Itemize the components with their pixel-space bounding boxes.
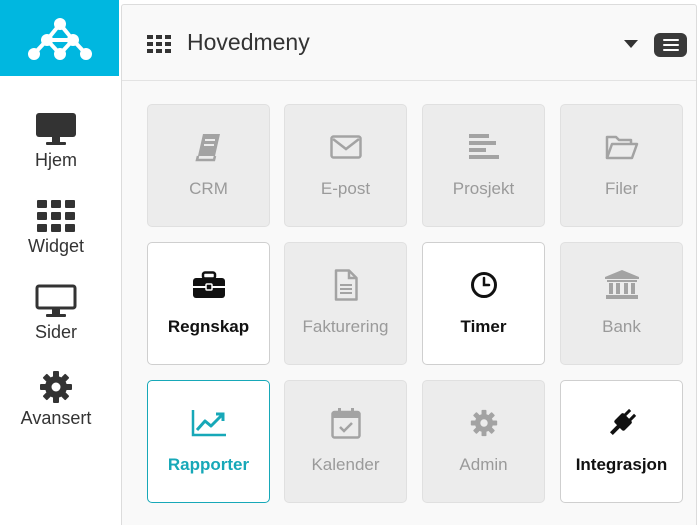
tile-label: Kalender xyxy=(311,455,380,474)
envelope-icon xyxy=(329,129,362,165)
document-icon xyxy=(334,267,358,303)
chevron-down-icon[interactable] xyxy=(624,40,638,48)
monitor-icon xyxy=(35,110,77,146)
tile-fakturering[interactable]: Fakturering xyxy=(284,242,407,365)
bank-icon xyxy=(604,267,639,303)
monitor-outline-icon xyxy=(35,282,77,318)
gear-icon xyxy=(39,368,73,404)
sidebar: Hjem Widget Sider Avansert xyxy=(0,76,119,525)
book-icon xyxy=(194,129,224,165)
sidebar-item-widget[interactable]: Widget xyxy=(0,196,112,257)
tile-bank[interactable]: Bank xyxy=(560,242,683,365)
tile-integrasjon[interactable]: Integrasjon xyxy=(560,380,683,503)
app-logo[interactable] xyxy=(0,0,119,76)
tile-rapporter[interactable]: Rapporter xyxy=(147,380,270,503)
tile-label: E-post xyxy=(320,179,371,198)
gear-icon xyxy=(470,405,498,441)
tile-label: Bank xyxy=(602,317,641,336)
grid-icon xyxy=(37,196,75,232)
clock-icon xyxy=(470,267,498,303)
sidebar-item-label: Hjem xyxy=(34,150,77,170)
panel-header: Hovedmeny xyxy=(122,5,696,81)
grid-icon xyxy=(147,35,173,58)
sidebar-item-hjem[interactable]: Hjem xyxy=(0,110,112,171)
briefcase-icon xyxy=(192,267,225,303)
network-logo-icon xyxy=(27,18,92,60)
sidebar-item-sider[interactable]: Sider xyxy=(0,282,112,343)
align-left-icon xyxy=(468,129,499,165)
tile-prosjekt[interactable]: Prosjekt xyxy=(422,104,545,227)
sidebar-item-label: Widget xyxy=(27,236,85,256)
tile-crm[interactable]: CRM xyxy=(147,104,270,227)
sidebar-item-label: Sider xyxy=(34,322,78,342)
tile-label: CRM xyxy=(189,179,228,198)
tile-label: Timer xyxy=(460,317,507,336)
tile-regnskap[interactable]: Regnskap xyxy=(147,242,270,365)
calendar-check-icon xyxy=(330,405,361,441)
tile-filer[interactable]: Filer xyxy=(560,104,683,227)
tile-label: Fakturering xyxy=(302,317,389,336)
folder-open-icon xyxy=(605,129,639,165)
plug-icon xyxy=(605,405,639,441)
main-menu-panel: Hovedmeny CRM E-post Prosjekt Filer Regn… xyxy=(121,4,697,525)
tile-label: Admin xyxy=(459,455,508,474)
tile-label: Regnskap xyxy=(167,317,250,336)
tile-timer[interactable]: Timer xyxy=(422,242,545,365)
page-title: Hovedmeny xyxy=(187,29,310,55)
tile-label: Integrasjon xyxy=(575,455,668,474)
menu-toggle-button[interactable] xyxy=(654,33,687,57)
tile-label: Rapporter xyxy=(167,455,250,474)
tile-kalender[interactable]: Kalender xyxy=(284,380,407,503)
tile-label: Filer xyxy=(604,179,639,198)
line-chart-icon xyxy=(191,405,227,441)
tile-admin[interactable]: Admin xyxy=(422,380,545,503)
sidebar-item-avansert[interactable]: Avansert xyxy=(0,368,112,429)
tile-e-post[interactable]: E-post xyxy=(284,104,407,227)
tile-label: Prosjekt xyxy=(452,179,515,198)
sidebar-item-label: Avansert xyxy=(20,408,92,428)
